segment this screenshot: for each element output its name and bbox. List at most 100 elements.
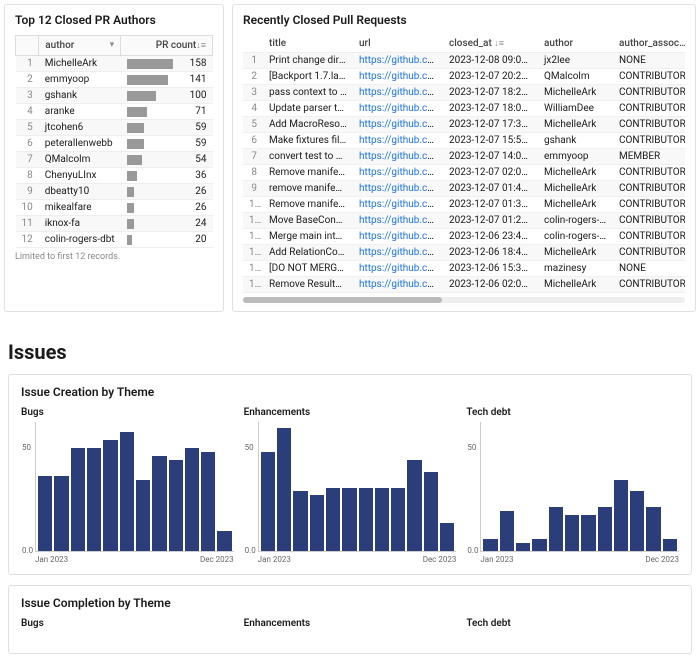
col-index[interactable]	[243, 35, 263, 53]
chart-bar[interactable]	[598, 507, 612, 551]
chart-bar[interactable]	[532, 539, 546, 551]
pr-row[interactable]: 14[DO NOT MERGE] Pohttps://github.com/dt…	[243, 261, 685, 277]
author-row[interactable]: 5jtcohen659	[16, 120, 213, 136]
pr-link[interactable]: https://github.com/dt	[359, 247, 443, 258]
chart-bar[interactable]	[375, 488, 389, 552]
author-row[interactable]: 11iknox-fa24	[16, 216, 213, 232]
pr-link[interactable]: https://github.com/dt	[359, 167, 443, 178]
chart-bar[interactable]	[500, 511, 514, 551]
chart-bar[interactable]	[483, 539, 497, 551]
chart-bar[interactable]	[581, 515, 595, 551]
chart-bar[interactable]	[359, 488, 373, 552]
chart-area[interactable]: 500.0	[258, 422, 457, 552]
pr-link[interactable]: https://github.com/dt	[359, 263, 443, 274]
chart-bar[interactable]	[391, 488, 405, 552]
chevron-down-icon[interactable]: ▾	[110, 40, 115, 50]
author-row[interactable]: 8ChenyuLInx36	[16, 168, 213, 184]
col-index[interactable]	[16, 36, 39, 56]
pr-url[interactable]: https://github.com/dt	[353, 53, 443, 69]
pr-link[interactable]: https://github.com/dt	[359, 151, 443, 162]
chart-bar[interactable]	[169, 460, 183, 551]
pr-link[interactable]: https://github.com/dt	[359, 279, 443, 290]
author-row[interactable]: 7QMalcolm54	[16, 152, 213, 168]
chart-bar[interactable]	[152, 456, 166, 551]
pr-row[interactable]: 6Make fixtures files fulhttps://github.c…	[243, 133, 685, 149]
pr-url[interactable]: https://github.com/dt	[353, 213, 443, 229]
chart-bar[interactable]	[293, 491, 307, 551]
chart-bar[interactable]	[261, 452, 275, 551]
scrollbar-thumb[interactable]	[243, 297, 442, 303]
author-row[interactable]: 9dbeatty1026	[16, 184, 213, 200]
author-row[interactable]: 12colin-rogers-dbt20	[16, 232, 213, 248]
pr-row[interactable]: 15Remove ResultNode fhttps://github.com/…	[243, 277, 685, 293]
pr-url[interactable]: https://github.com/dt	[353, 277, 443, 293]
sort-desc-icon[interactable]: ↓≡	[494, 39, 504, 49]
chart-area[interactable]: 500.0	[480, 422, 679, 552]
pr-url[interactable]: https://github.com/dt	[353, 229, 443, 245]
pr-url[interactable]: https://github.com/dt	[353, 69, 443, 85]
pr-link[interactable]: https://github.com/dt	[359, 87, 443, 98]
col-author[interactable]: author▾	[39, 36, 121, 56]
chart-bar[interactable]	[54, 476, 68, 551]
pr-row[interactable]: 8Remove manifest fromhttps://github.com/…	[243, 165, 685, 181]
pr-url[interactable]: https://github.com/dt	[353, 197, 443, 213]
chart-bar[interactable]	[136, 480, 150, 551]
pr-row[interactable]: 2[Backport 1.7.latest]https://github.com…	[243, 69, 685, 85]
pr-url[interactable]: https://github.com/dt	[353, 149, 443, 165]
chart-bar[interactable]	[516, 543, 530, 551]
chart-bar[interactable]	[646, 507, 660, 551]
chart-bar[interactable]	[663, 539, 677, 551]
horizontal-scrollbar[interactable]	[243, 297, 685, 303]
author-row[interactable]: 1MichelleArk158	[16, 56, 213, 72]
pr-url[interactable]: https://github.com/dt	[353, 165, 443, 181]
pr-url[interactable]: https://github.com/dt	[353, 133, 443, 149]
pr-url[interactable]: https://github.com/dt	[353, 117, 443, 133]
author-row[interactable]: 10mikealfare26	[16, 200, 213, 216]
col-assoc[interactable]: author_associati…	[613, 35, 685, 53]
pr-link[interactable]: https://github.com/dt	[359, 183, 443, 194]
pr-link[interactable]: https://github.com/dt	[359, 199, 443, 210]
chart-bar[interactable]	[185, 448, 199, 551]
chart-bar[interactable]	[342, 488, 356, 552]
pr-link[interactable]: https://github.com/dt	[359, 55, 443, 66]
pr-url[interactable]: https://github.com/dt	[353, 181, 443, 197]
chart-bar[interactable]	[71, 448, 85, 551]
pr-link[interactable]: https://github.com/dt	[359, 215, 443, 226]
chart-bar[interactable]	[103, 440, 117, 551]
col-url[interactable]: url	[353, 35, 443, 53]
pr-link[interactable]: https://github.com/dt	[359, 231, 443, 242]
chart-bar[interactable]	[201, 452, 215, 551]
pr-link[interactable]: https://github.com/dt	[359, 119, 443, 130]
pr-link[interactable]: https://github.com/dt	[359, 135, 443, 146]
chart-bar[interactable]	[424, 472, 438, 551]
pr-url[interactable]: https://github.com/dt	[353, 85, 443, 101]
chart-bar[interactable]	[440, 523, 454, 551]
chart-bar[interactable]	[38, 476, 52, 551]
chart-bar[interactable]	[277, 428, 291, 551]
chart-bar[interactable]	[310, 495, 324, 551]
pr-url[interactable]: https://github.com/dt	[353, 245, 443, 261]
chart-bar[interactable]	[87, 448, 101, 551]
chart-bar[interactable]	[565, 515, 579, 551]
chart-bar[interactable]	[326, 488, 340, 552]
chart-bar[interactable]	[630, 491, 644, 551]
pr-url[interactable]: https://github.com/dt	[353, 261, 443, 277]
pr-row[interactable]: 9remove manifest fromhttps://github.com/…	[243, 181, 685, 197]
pr-row[interactable]: 7convert test to data_thttps://github.co…	[243, 149, 685, 165]
pr-row[interactable]: 11Move BaseConfig to chttps://github.com…	[243, 213, 685, 229]
col-pr-count[interactable]: PR count ↓≡	[121, 36, 213, 56]
chart-bar[interactable]	[407, 460, 421, 551]
sort-desc-icon[interactable]: ↓≡	[196, 40, 206, 51]
chart-bar[interactable]	[614, 480, 628, 551]
chart-area[interactable]: 500.0	[35, 422, 234, 552]
pr-url[interactable]: https://github.com/dt	[353, 101, 443, 117]
pr-row[interactable]: 10Remove manifest fromhttps://github.com…	[243, 197, 685, 213]
chart-bar[interactable]	[217, 531, 231, 551]
pr-row[interactable]: 12Merge main into featuhttps://github.co…	[243, 229, 685, 245]
pr-row[interactable]: 3pass context to Macrhttps://github.com/…	[243, 85, 685, 101]
pr-link[interactable]: https://github.com/dt	[359, 103, 443, 114]
author-row[interactable]: 3gshank100	[16, 88, 213, 104]
author-row[interactable]: 6peterallenwebb59	[16, 136, 213, 152]
chart-bar[interactable]	[120, 432, 134, 551]
col-closed-at[interactable]: closed_at ↓≡	[443, 35, 538, 53]
